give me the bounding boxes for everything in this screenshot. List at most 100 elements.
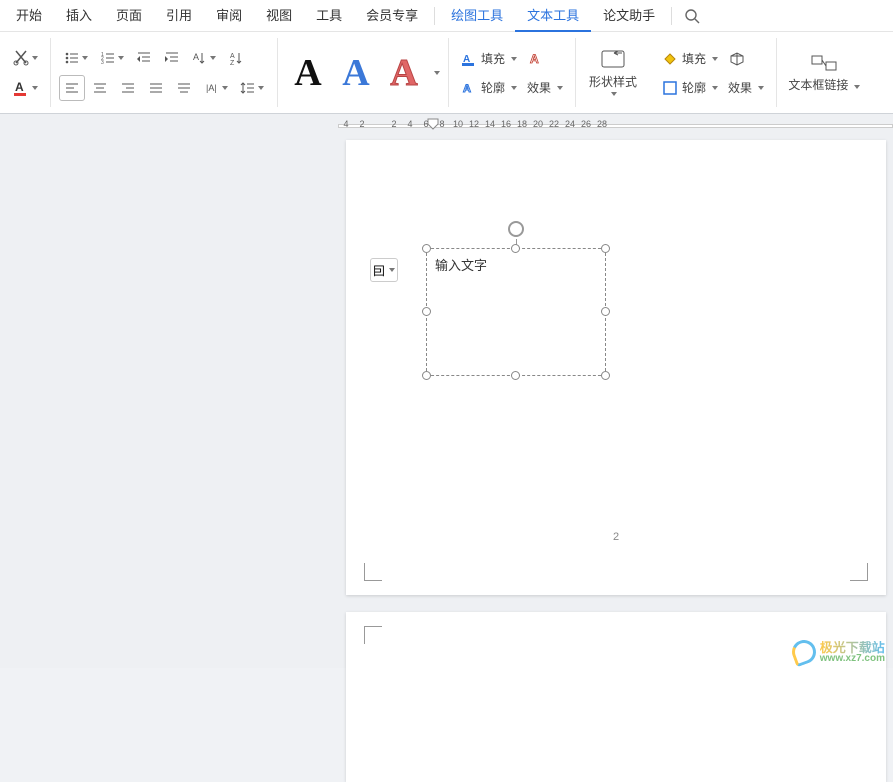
- resize-handle-br[interactable]: [601, 371, 610, 380]
- ruler-tick: 10: [450, 119, 466, 129]
- decrease-indent-button[interactable]: [131, 45, 157, 71]
- textbox-shape[interactable]: 输入文字: [426, 248, 606, 376]
- tab-start[interactable]: 开始: [4, 0, 54, 32]
- character-spacing-button[interactable]: |A|: [199, 75, 233, 101]
- layout-options-button[interactable]: 囙: [370, 258, 398, 282]
- wordart-more-icon[interactable]: [434, 71, 440, 75]
- watermark-cn: 极光下载站: [820, 641, 885, 654]
- tab-thesis-helper[interactable]: 论文助手: [591, 0, 667, 32]
- margin-guide-br: [850, 563, 868, 581]
- svg-text:3: 3: [101, 60, 104, 66]
- font-color-button[interactable]: A: [8, 75, 42, 101]
- resize-handle-mr[interactable]: [601, 307, 610, 316]
- ruler-tick: 16: [498, 119, 514, 129]
- align-justify-button[interactable]: [143, 75, 169, 101]
- shape-outline-label: 轮廓: [682, 79, 706, 96]
- tab-vip[interactable]: 会员专享: [354, 0, 430, 32]
- group-text-format: A填充 A A 轮廓 效果: [449, 32, 575, 113]
- tab-text-tools[interactable]: 文本工具: [515, 0, 591, 32]
- tab-reference[interactable]: 引用: [154, 0, 204, 32]
- align-distribute-button[interactable]: [171, 75, 197, 101]
- cut-button[interactable]: [8, 45, 42, 71]
- text-outline-label: 轮廓: [481, 79, 505, 96]
- ruler-tick: 18: [514, 119, 530, 129]
- ruler-tick: 12: [466, 119, 482, 129]
- shape-style-button[interactable]: 形状样式: [584, 49, 642, 96]
- resize-handle-ml[interactable]: [422, 307, 431, 316]
- shape-effect-button[interactable]: 效果: [724, 76, 768, 100]
- wordart-style-1[interactable]: A: [286, 45, 330, 101]
- horizontal-ruler: 4 2 2 4 6 8 10 12 14 16 18 20 22 24 26 2…: [338, 114, 610, 134]
- tab-view[interactable]: 视图: [254, 0, 304, 32]
- wordart-style-3[interactable]: A: [382, 45, 426, 101]
- ruler-tick: 2: [386, 119, 402, 129]
- search-icon[interactable]: [684, 8, 700, 24]
- group-textbox-link: 文本框链接: [777, 32, 871, 113]
- shape-style-label: 形状样式: [589, 73, 637, 90]
- increase-indent-button[interactable]: [159, 45, 185, 71]
- watermark-en: www.xz7.com: [820, 654, 885, 664]
- page-number: 2: [613, 531, 619, 543]
- textbox-content[interactable]: 输入文字: [427, 249, 605, 280]
- shape-outline-button[interactable]: 轮廓: [658, 76, 722, 100]
- text-outline-button[interactable]: A 轮廓: [457, 76, 521, 100]
- svg-text:A: A: [193, 52, 199, 62]
- layout-icon: 囙: [373, 262, 385, 279]
- tab-page[interactable]: 页面: [104, 0, 154, 32]
- shape-fill-button[interactable]: 填充: [658, 47, 722, 71]
- line-spacing-button[interactable]: [235, 75, 269, 101]
- textbox-link-button[interactable]: 文本框链接: [785, 52, 863, 93]
- ruler-tick: 24: [562, 119, 578, 129]
- svg-text:A: A: [530, 52, 539, 66]
- margin-guide-bl: [364, 563, 382, 581]
- watermark-logo-icon: [788, 637, 819, 668]
- tab-drawing-tools[interactable]: 绘图工具: [439, 0, 515, 32]
- sort-button[interactable]: AZ: [223, 45, 249, 71]
- menu-bar: 开始 插入 页面 引用 审阅 视图 工具 会员专享 绘图工具 文本工具 论文助手: [0, 0, 893, 32]
- ruler-tick: 20: [530, 119, 546, 129]
- ruler-tick: 14: [482, 119, 498, 129]
- group-clipboard: A: [0, 32, 50, 113]
- group-wordart-styles: A A A: [278, 32, 448, 113]
- numbered-list-button[interactable]: 123: [95, 45, 129, 71]
- text-clear-format-button[interactable]: A: [523, 46, 549, 72]
- align-center-button[interactable]: [87, 75, 113, 101]
- document-page[interactable]: 囙 输入文字 2: [346, 140, 886, 595]
- ruler-tick: 28: [594, 119, 610, 129]
- resize-handle-tr[interactable]: [601, 244, 610, 253]
- watermark: 极光下载站 www.xz7.com: [792, 640, 885, 664]
- ribbon: A 123 A AZ |A| A A A A填充: [0, 32, 893, 114]
- wordart-style-2[interactable]: A: [334, 45, 378, 101]
- tab-tools[interactable]: 工具: [304, 0, 354, 32]
- align-left-button[interactable]: [59, 75, 85, 101]
- menu-separator: [434, 7, 435, 25]
- workspace: 4 2 2 4 6 8 10 12 14 16 18 20 22 24 26 2…: [0, 114, 893, 668]
- resize-handle-bm[interactable]: [511, 371, 520, 380]
- svg-text:|A|: |A|: [206, 83, 217, 93]
- svg-text:Z: Z: [230, 60, 235, 66]
- align-right-button[interactable]: [115, 75, 141, 101]
- group-shape-format: 填充 轮廓 效果: [650, 32, 776, 113]
- shape-effect-label: 效果: [728, 79, 752, 96]
- tab-insert[interactable]: 插入: [54, 0, 104, 32]
- ruler-tick: 22: [546, 119, 562, 129]
- resize-handle-bl[interactable]: [422, 371, 431, 380]
- rotate-handle[interactable]: [508, 221, 524, 237]
- text-effect-button[interactable]: 效果: [523, 76, 567, 100]
- ruler-tick: 26: [578, 119, 594, 129]
- ruler-tick: 4: [338, 119, 354, 129]
- resize-handle-tl[interactable]: [422, 244, 431, 253]
- text-fill-button[interactable]: A填充: [457, 47, 521, 71]
- svg-text:A: A: [15, 80, 24, 94]
- indent-marker-icon[interactable]: [427, 118, 439, 134]
- svg-text:A: A: [463, 83, 471, 95]
- shape-3d-button[interactable]: [724, 46, 750, 72]
- menu-separator-2: [671, 7, 672, 25]
- text-fill-label: 填充: [481, 50, 505, 67]
- resize-handle-tm[interactable]: [511, 244, 520, 253]
- ruler-tick: 2: [354, 119, 370, 129]
- bullet-list-button[interactable]: [59, 45, 93, 71]
- text-direction-button[interactable]: A: [187, 45, 221, 71]
- document-page-next[interactable]: [346, 612, 886, 782]
- tab-review[interactable]: 审阅: [204, 0, 254, 32]
